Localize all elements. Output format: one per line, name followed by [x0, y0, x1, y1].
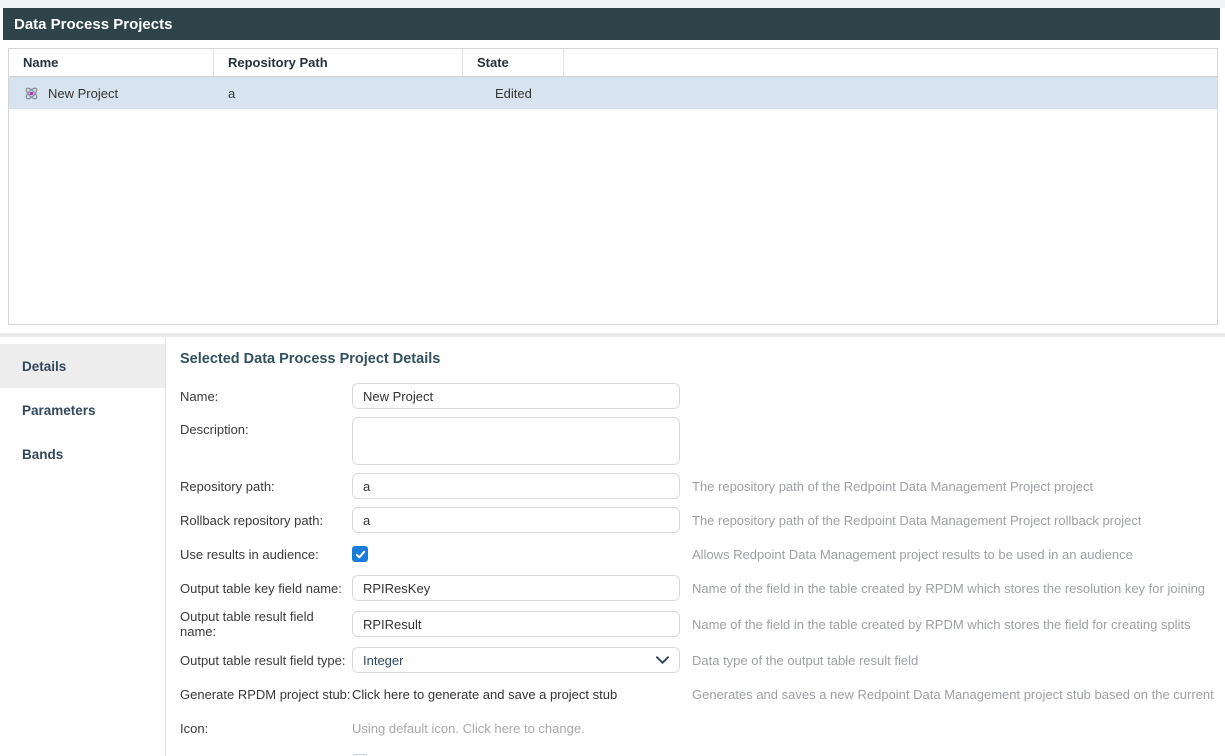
field-row-description: Description:: [180, 417, 1215, 465]
field-row-output-table-result-field-type: Output table result field type: Integer …: [180, 647, 1215, 673]
project-name: New Project: [48, 86, 118, 101]
field-row-name: Name:: [180, 383, 1215, 409]
output-table-result-field-name-help: Name of the field in the table created b…: [692, 617, 1191, 632]
column-header-repository-path[interactable]: Repository Path: [214, 49, 463, 76]
field-row-show-in-toolbox: Show in toolbox: Makes this Data Process…: [180, 749, 1215, 756]
field-row-generate-rpdm-project-stub: Generate RPDM project stub: Click here t…: [180, 681, 1215, 707]
icon-label: Icon:: [180, 721, 352, 736]
field-row-output-table-key-field-name: Output table key field name: Name of the…: [180, 575, 1215, 601]
use-results-in-audience-checkbox[interactable]: [352, 546, 368, 562]
description-input[interactable]: [352, 417, 680, 465]
output-table-result-field-type-select[interactable]: Integer: [352, 647, 680, 673]
repository-path-label: Repository path:: [180, 479, 352, 494]
name-input[interactable]: [352, 383, 680, 409]
details-sidebar: Details Parameters Bands: [0, 337, 166, 756]
details-heading: Selected Data Process Project Details: [180, 351, 1215, 367]
tab-parameters[interactable]: Parameters: [0, 388, 165, 432]
field-row-output-table-result-field-name: Output table result field name: Name of …: [180, 609, 1215, 639]
field-row-repository-path: Repository path: The repository path of …: [180, 473, 1215, 499]
column-header-name[interactable]: Name: [9, 49, 214, 76]
name-label: Name:: [180, 389, 352, 404]
output-table-result-field-type-label: Output table result field type:: [180, 653, 352, 668]
cell-spacer: [564, 77, 1217, 109]
column-header-spacer: [564, 49, 1217, 76]
output-table-result-field-name-label: Output table result field name:: [180, 609, 352, 639]
output-table-result-field-type-help: Data type of the output table result fie…: [692, 653, 918, 668]
output-table-result-field-name-input[interactable]: [352, 611, 680, 637]
rollback-repository-path-input[interactable]: [352, 507, 680, 533]
details-section: Details Parameters Bands Selected Data P…: [0, 337, 1225, 756]
use-results-in-audience-label: Use results in audience:: [180, 547, 352, 562]
repository-path-input[interactable]: [352, 473, 680, 499]
cell-state: Edited: [463, 77, 564, 109]
page-title: Data Process Projects: [3, 8, 1220, 40]
atom-icon: [23, 85, 40, 102]
table-row[interactable]: New Project a Edited: [9, 77, 1217, 109]
selected-option: Integer: [363, 653, 403, 668]
generate-rpdm-project-stub-label: Generate RPDM project stub:: [180, 687, 352, 702]
generate-rpdm-project-stub-help: Generates and saves a new Redpoint Data …: [692, 687, 1215, 702]
output-table-key-field-name-label: Output table key field name:: [180, 581, 352, 596]
rollback-repository-path-label: Rollback repository path:: [180, 513, 352, 528]
tab-details[interactable]: Details: [0, 344, 165, 388]
repository-path-help: The repository path of the Redpoint Data…: [692, 479, 1093, 494]
table-header-row: Name Repository Path State: [9, 49, 1217, 77]
description-label: Description:: [180, 417, 352, 437]
details-panel: Selected Data Process Project Details Na…: [166, 337, 1225, 756]
tab-bands[interactable]: Bands: [0, 432, 165, 476]
output-table-key-field-name-help: Name of the field in the table created b…: [692, 581, 1205, 596]
projects-table: Name Repository Path State New Project a…: [8, 48, 1218, 325]
details-form: Name: Description: Repository path: The …: [180, 383, 1215, 756]
use-results-in-audience-help: Allows Redpoint Data Management project …: [692, 547, 1133, 562]
cell-name: New Project: [9, 77, 214, 109]
page-background-strip: [0, 0, 1225, 8]
field-row-use-results-in-audience: Use results in audience: Allows Redpoint…: [180, 541, 1215, 567]
output-table-key-field-name-input[interactable]: [352, 575, 680, 601]
field-row-rollback-repository-path: Rollback repository path: The repository…: [180, 507, 1215, 533]
chevron-down-icon: [656, 656, 669, 664]
check-icon: [355, 549, 366, 560]
rollback-repository-path-help: The repository path of the Redpoint Data…: [692, 513, 1141, 528]
cell-repository-path: a: [214, 77, 463, 109]
generate-project-stub-link[interactable]: Click here to generate and save a projec…: [352, 687, 617, 702]
field-row-icon: Icon: Using default icon. Click here to …: [180, 715, 1215, 741]
column-header-state[interactable]: State: [463, 49, 564, 76]
change-icon-link[interactable]: Using default icon. Click here to change…: [352, 721, 585, 736]
